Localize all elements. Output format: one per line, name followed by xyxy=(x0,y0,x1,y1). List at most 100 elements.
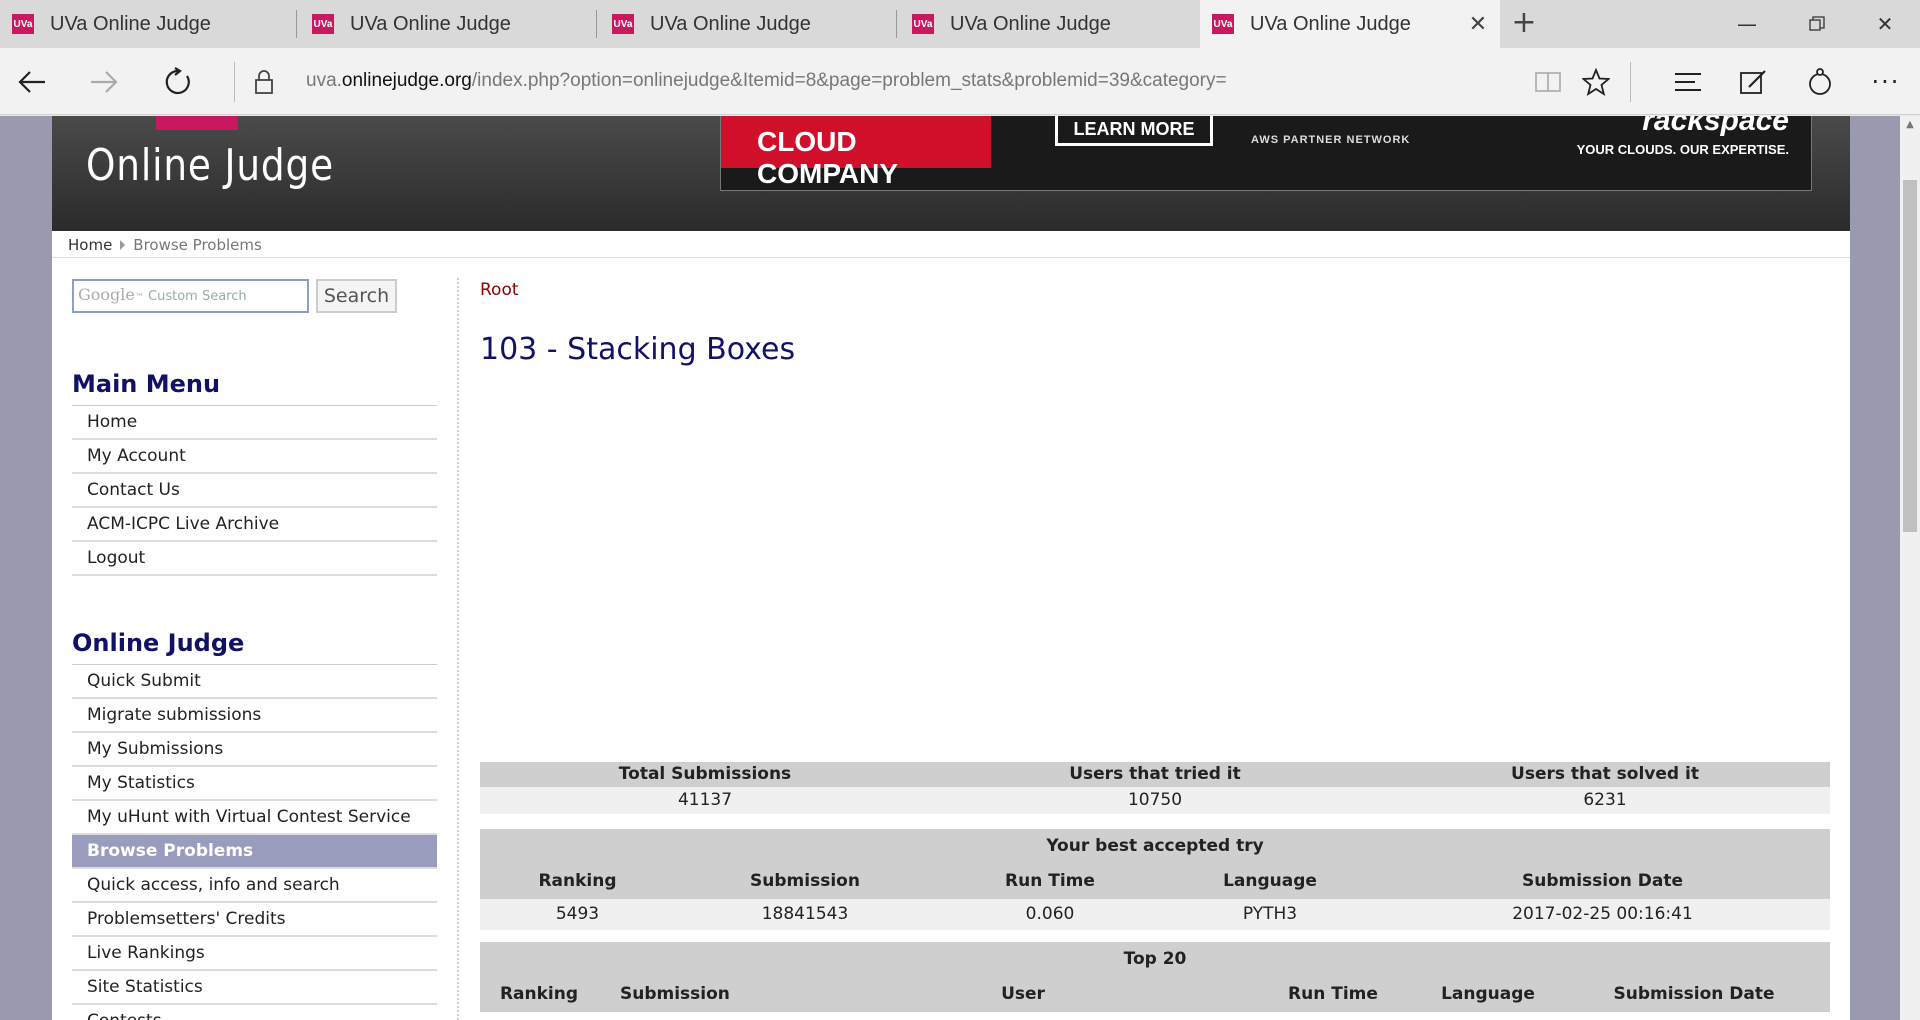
menu-item-my-submissions[interactable]: My Submissions xyxy=(72,733,437,767)
new-tab-icon[interactable]: + xyxy=(1508,8,1540,40)
hub-icon[interactable] xyxy=(1666,60,1710,104)
site-logo[interactable]: Online Judge xyxy=(86,140,334,191)
menu-item-quick-submit[interactable]: Quick Submit xyxy=(72,665,437,699)
menu-item-home[interactable]: Home xyxy=(72,406,437,440)
tab-title: UVa Online Judge xyxy=(50,12,211,35)
google-search-input[interactable]: Google™ Custom Search xyxy=(72,279,309,313)
tab-title: UVa Online Judge xyxy=(950,12,1111,35)
online-judge-menu-title: Online Judge xyxy=(72,629,245,657)
ad-banner[interactable]: CLOUD COMPANY LEARN MORE AWS PARTNER NET… xyxy=(720,116,1812,191)
menu-item-migrate-submissions[interactable]: Migrate submissions xyxy=(72,699,437,733)
menu-item-live-archive[interactable]: ACM-ICPC Live Archive xyxy=(72,508,437,542)
table-header: Submission xyxy=(750,871,860,891)
table-header: Users that tried it xyxy=(1069,764,1241,784)
best-try-table: Your best accepted try Ranking Submissio… xyxy=(480,829,1830,930)
search-placeholder: Custom Search xyxy=(148,289,247,304)
restore-icon[interactable] xyxy=(1782,0,1852,48)
table-row: 41137 10750 6231 xyxy=(480,787,1830,814)
minimize-icon[interactable]: — xyxy=(1712,0,1782,48)
table-header: Submission Date xyxy=(1521,871,1684,891)
table-row: 5493 18841543 0.060 PYTH3 2017-02-25 00:… xyxy=(480,899,1830,930)
page-scrollbar[interactable]: ▲ xyxy=(1900,116,1920,1020)
table-caption: Your best accepted try xyxy=(480,829,1830,864)
browser-tab[interactable]: UVa UVa Online Judge xyxy=(912,0,1192,48)
breadcrumb-home[interactable]: Home xyxy=(68,236,112,254)
search-button[interactable]: Search xyxy=(316,279,397,313)
column-divider xyxy=(457,278,459,1020)
online-judge-menu: Quick Submit Migrate submissions My Subm… xyxy=(72,664,437,1020)
table-header-row: Total Submissions Users that tried it Us… xyxy=(480,762,1830,787)
page-viewport: Online Judge CLOUD COMPANY LEARN MORE AW… xyxy=(0,116,1920,1020)
users-solved-value: 6231 xyxy=(1583,790,1627,810)
best-ranking-value: 5493 xyxy=(555,904,600,924)
uva-favicon-icon: UVa xyxy=(1212,14,1234,34)
table-header: Ranking xyxy=(499,984,579,1004)
menu-item-live-rankings[interactable]: Live Rankings xyxy=(72,937,437,971)
breadcrumb: Home Browse Problems xyxy=(52,231,1850,258)
browser-tab[interactable]: UVa UVa Online Judge xyxy=(612,0,892,48)
reading-view-icon[interactable] xyxy=(1526,60,1570,104)
table-header-row: Ranking Submission Run Time Language Sub… xyxy=(480,864,1830,899)
menu-item-uhunt[interactable]: My uHunt with Virtual Contest Service xyxy=(72,801,437,835)
browser-tab[interactable]: UVa UVa Online Judge xyxy=(12,0,292,48)
best-date-value: 2017-02-25 00:16:41 xyxy=(1512,904,1693,924)
best-submission-value[interactable]: 18841543 xyxy=(675,899,935,930)
brand-bar xyxy=(156,116,238,130)
table-header: Run Time xyxy=(1005,871,1095,891)
back-arrow-icon[interactable] xyxy=(10,60,54,104)
forward-arrow-icon[interactable] xyxy=(82,60,126,104)
site-container: Online Judge CLOUD COMPANY LEARN MORE AW… xyxy=(52,116,1850,1020)
menu-item-quick-access[interactable]: Quick access, info and search xyxy=(72,869,437,903)
scroll-up-arrow-icon[interactable]: ▲ xyxy=(1900,116,1920,134)
breadcrumb-current[interactable]: Browse Problems xyxy=(133,236,262,254)
site-header: Online Judge CLOUD COMPANY LEARN MORE AW… xyxy=(52,116,1850,231)
table-header: User xyxy=(1001,984,1045,1004)
menu-item-problemsetters-credits[interactable]: Problemsetters' Credits xyxy=(72,903,437,937)
tab-bar: UVa UVa Online Judge UVa UVa Online Judg… xyxy=(0,0,1920,48)
browser-tab[interactable]: UVa UVa Online Judge xyxy=(312,0,592,48)
browser-tab-active[interactable]: UVa UVa Online Judge ✕ xyxy=(1200,0,1500,48)
page-title: 103 - Stacking Boxes xyxy=(480,332,796,367)
close-tab-icon[interactable]: ✕ xyxy=(1466,12,1490,36)
table-header: Users that solved it xyxy=(1511,764,1699,784)
more-options-icon[interactable]: ··· xyxy=(1864,60,1908,104)
uva-favicon-icon: UVa xyxy=(612,14,634,34)
menu-item-site-statistics[interactable]: Site Statistics xyxy=(72,971,437,1005)
uva-favicon-icon: UVa xyxy=(312,14,334,34)
menu-item-contact-us[interactable]: Contact Us xyxy=(72,474,437,508)
ad-tagline: YOUR CLOUDS. OUR EXPERTISE. xyxy=(1576,142,1789,157)
table-header: Submission Date xyxy=(1613,984,1775,1004)
root-link[interactable]: Root xyxy=(480,280,519,300)
lock-icon xyxy=(242,60,286,104)
table-header: Total Submissions xyxy=(618,764,792,784)
favorite-star-icon[interactable] xyxy=(1574,60,1618,104)
best-language-value: PYTH3 xyxy=(1242,904,1298,924)
tab-title: UVa Online Judge xyxy=(350,12,511,35)
menu-item-my-account[interactable]: My Account xyxy=(72,440,437,474)
table-header: Submission xyxy=(620,984,730,1004)
menu-item-my-statistics[interactable]: My Statistics xyxy=(72,767,437,801)
table-header: Ranking xyxy=(538,871,617,891)
ad-learn-more-button[interactable]: LEARN MORE xyxy=(1055,116,1213,146)
table-caption: Top 20 xyxy=(480,942,1830,977)
uva-favicon-icon: UVa xyxy=(912,14,934,34)
menu-item-logout[interactable]: Logout xyxy=(72,542,437,576)
share-icon[interactable] xyxy=(1798,60,1842,104)
scrollbar-thumb[interactable] xyxy=(1903,180,1917,532)
close-window-icon[interactable]: ✕ xyxy=(1850,0,1920,48)
web-note-icon[interactable] xyxy=(1732,60,1776,104)
url-field[interactable]: uva.onlinejudge.org/index.php?option=onl… xyxy=(306,70,1227,92)
ad-partner-text: AWS PARTNER NETWORK xyxy=(1251,134,1411,146)
url-path: /index.php?option=onlinejudge&Itemid=8&p… xyxy=(471,70,1227,91)
table-header: Language xyxy=(1441,984,1535,1004)
best-runtime-value: 0.060 xyxy=(1025,904,1075,924)
tab-title: UVa Online Judge xyxy=(650,12,811,35)
tab-title: UVa Online Judge xyxy=(1250,12,1411,35)
users-tried-value: 10750 xyxy=(1127,790,1183,810)
menu-item-browse-problems[interactable]: Browse Problems xyxy=(72,835,437,869)
ad-brand-logo: rackspace xyxy=(1642,116,1789,137)
refresh-icon[interactable] xyxy=(156,60,200,104)
menu-item-contests[interactable]: Contests xyxy=(72,1005,437,1020)
table-header: Run Time xyxy=(1288,984,1378,1004)
google-logo: Google xyxy=(78,285,135,304)
